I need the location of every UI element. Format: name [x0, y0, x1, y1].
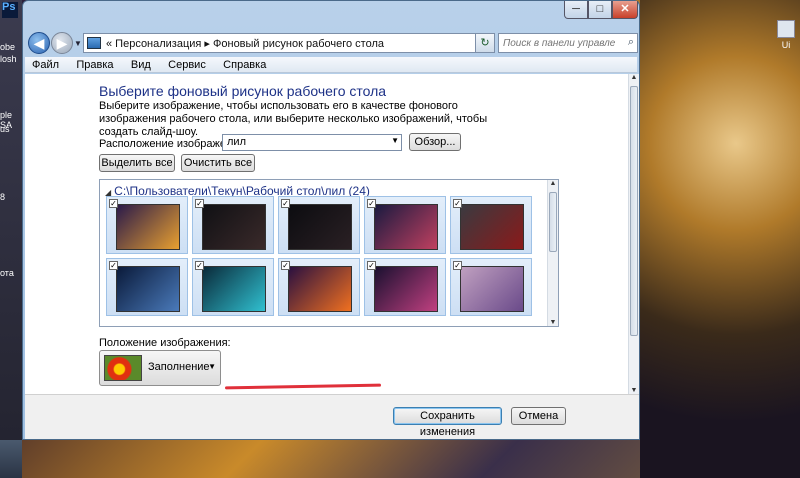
scroll-up-icon[interactable]: ▲ — [549, 180, 557, 187]
annotation-underline — [224, 383, 382, 390]
content-scrollbar[interactable]: ▲ ▼ — [628, 74, 639, 394]
menu-view[interactable]: Вид — [124, 58, 158, 72]
desktop-icon[interactable]: Ps — [0, 2, 22, 18]
menu-edit[interactable]: Правка — [69, 58, 120, 72]
menu-bar: Файл Правка Вид Сервис Справка — [25, 57, 637, 73]
menu-file[interactable]: Файл — [25, 58, 66, 72]
wallpaper-thumbnail — [460, 266, 524, 312]
refresh-button[interactable]: ↻ — [475, 33, 495, 53]
wallpaper-tile[interactable]: ✓ — [450, 258, 532, 316]
wallpaper-tile[interactable]: ✓ — [450, 196, 532, 254]
wallpaper-gallery: ◢ C:\Пользователи\Текун\Рабочий стол\лил … — [99, 179, 559, 327]
back-button[interactable]: ◀ — [28, 32, 50, 54]
maximize-button[interactable]: □ — [588, 1, 612, 19]
menu-help[interactable]: Справка — [216, 58, 273, 72]
wallpaper-tile[interactable]: ✓ — [364, 196, 446, 254]
scroll-down-icon[interactable]: ▼ — [630, 387, 638, 394]
select-all-button[interactable]: Выделить все — [99, 154, 175, 172]
menu-tools[interactable]: Сервис — [161, 58, 213, 72]
chevron-down-icon: ▼ — [208, 362, 216, 371]
desktop-icon-label: us — [0, 124, 10, 134]
tile-checkbox[interactable]: ✓ — [367, 199, 376, 208]
desktop-icon-label: отa — [0, 268, 14, 278]
close-button[interactable]: ✕ — [612, 1, 638, 19]
clear-all-button[interactable]: Очистить все — [181, 154, 255, 172]
position-preview-icon — [104, 355, 142, 381]
search-box[interactable]: ⌕ — [498, 33, 638, 53]
wallpaper-tile[interactable]: ✓ — [364, 258, 446, 316]
wallpaper-tile[interactable]: ✓ — [192, 258, 274, 316]
main-content: Выберите фоновый рисунок рабочего стола … — [25, 74, 628, 394]
desktop-icon-label: Ui — [781, 40, 791, 50]
desktop-wallpaper: Ui — [640, 0, 800, 478]
forward-button[interactable]: ▶ — [51, 32, 73, 54]
wallpaper-tile[interactable]: ✓ — [106, 196, 188, 254]
wallpaper-thumbnail — [116, 204, 180, 250]
desktop-icon[interactable]: Ui — [776, 20, 796, 50]
scroll-thumb[interactable] — [630, 86, 638, 336]
tile-checkbox[interactable]: ✓ — [453, 199, 462, 208]
wallpaper-tile[interactable]: ✓ — [278, 258, 360, 316]
desktop-left-strip: Ps obe losh ple SA us 8 отa — [0, 0, 22, 478]
wallpaper-thumbnail — [374, 266, 438, 312]
wallpaper-thumbnail — [202, 266, 266, 312]
breadcrumb[interactable]: « Персонализация ▸ Фоновый рисунок рабоч… — [106, 37, 384, 50]
chevron-down-icon: ▼ — [391, 136, 399, 145]
scroll-down-icon[interactable]: ▼ — [549, 319, 557, 326]
search-icon[interactable]: ⌕ — [628, 36, 634, 49]
position-label: Положение изображения: — [99, 337, 231, 349]
wallpaper-thumbnail — [202, 204, 266, 250]
scroll-up-icon[interactable]: ▲ — [630, 74, 638, 81]
wallpaper-thumbnail — [374, 204, 438, 250]
navigation-bar: ◀ ▶ ▼ « Персонализация ▸ Фоновый рисунок… — [23, 29, 639, 57]
tile-checkbox[interactable]: ✓ — [109, 261, 118, 270]
tile-checkbox[interactable]: ✓ — [281, 261, 290, 270]
wallpaper-thumbnail — [460, 204, 524, 250]
minimize-button[interactable]: ─ — [564, 1, 588, 19]
tile-checkbox[interactable]: ✓ — [453, 261, 462, 270]
tile-checkbox[interactable]: ✓ — [195, 199, 204, 208]
wallpaper-tile[interactable]: ✓ — [106, 258, 188, 316]
address-bar[interactable]: « Персонализация ▸ Фоновый рисунок рабоч… — [83, 33, 495, 53]
tile-checkbox[interactable]: ✓ — [281, 199, 290, 208]
wallpaper-thumbnail — [288, 266, 352, 312]
cancel-button[interactable]: Отмена — [511, 407, 566, 425]
page-title: Выберите фоновый рисунок рабочего стола — [99, 83, 387, 99]
desktop-icon-label: 8 — [0, 192, 6, 202]
wallpaper-tile[interactable]: ✓ — [192, 196, 274, 254]
recent-pages-dropdown-icon[interactable]: ▼ — [74, 39, 82, 48]
desktop-icon-label: obe — [0, 42, 16, 52]
control-panel-icon — [87, 37, 101, 49]
scroll-thumb[interactable] — [549, 192, 557, 252]
location-select[interactable]: лил ▼ — [222, 134, 402, 151]
title-bar[interactable]: ─ □ ✕ — [23, 1, 639, 27]
taskbar — [0, 440, 22, 478]
tile-checkbox[interactable]: ✓ — [109, 199, 118, 208]
control-panel-window: ─ □ ✕ ◀ ▶ ▼ « Персонализация ▸ Фоновый р… — [22, 0, 640, 440]
wallpaper-thumbnail — [288, 204, 352, 250]
file-icon — [777, 20, 795, 38]
wallpaper-tile[interactable]: ✓ — [278, 196, 360, 254]
desktop-icon-label: losh — [0, 54, 17, 64]
save-changes-button[interactable]: Сохранить изменения — [393, 407, 502, 438]
tile-checkbox[interactable]: ✓ — [195, 261, 204, 270]
location-value: лил — [227, 136, 246, 148]
search-input[interactable] — [499, 34, 617, 52]
tile-checkbox[interactable]: ✓ — [367, 261, 376, 270]
dialog-footer: Сохранить изменения Отмена — [25, 394, 639, 439]
gallery-scrollbar[interactable]: ▲ ▼ — [547, 180, 558, 326]
wallpaper-thumbnail — [116, 266, 180, 312]
browse-button[interactable]: Обзор... — [409, 133, 461, 151]
position-value: Заполнение — [148, 361, 210, 373]
picture-position-select[interactable]: Заполнение ▼ — [99, 350, 221, 386]
